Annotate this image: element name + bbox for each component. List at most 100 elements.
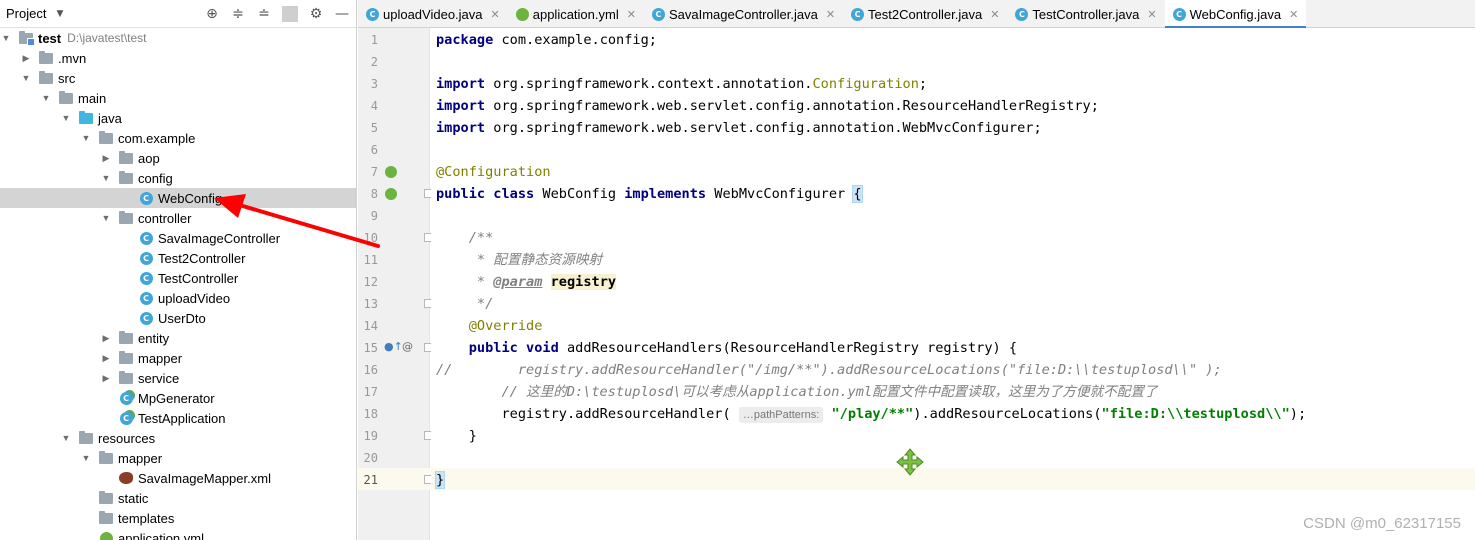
close-icon[interactable]: ✕ bbox=[1289, 8, 1298, 21]
chevron-down-icon[interactable]: ▼ bbox=[100, 173, 112, 183]
chevron-right-icon[interactable]: ▶ bbox=[100, 373, 112, 384]
chevron-down-icon[interactable]: ▼ bbox=[80, 133, 92, 143]
chevron-down-icon[interactable]: ▼ bbox=[40, 93, 52, 103]
project-tool-window: Project ▼ ⊕ ≑ ≐ ⚙ — ▼ test D:\javatest\tes… bbox=[0, 0, 357, 540]
line-number: 15 bbox=[363, 341, 378, 355]
tree-item-icon bbox=[118, 150, 134, 165]
tree-item[interactable]: ▶ mapper bbox=[0, 348, 356, 368]
minimize-icon[interactable]: — bbox=[334, 6, 350, 22]
folder-icon bbox=[99, 490, 113, 504]
chevron-right-icon[interactable]: ▶ bbox=[20, 53, 32, 64]
tree-item-icon bbox=[58, 90, 74, 105]
tree-item-label: mapper bbox=[138, 350, 183, 366]
code-token: @Configuration bbox=[436, 164, 551, 180]
tree-item[interactable]: C Test2Controller bbox=[0, 248, 356, 268]
chevron-down-icon[interactable]: ▼ bbox=[20, 73, 32, 83]
tree-item[interactable]: templates bbox=[0, 508, 356, 528]
tree-item-icon bbox=[118, 210, 134, 225]
editor-tab[interactable]: C WebConfig.java ✕ bbox=[1164, 0, 1307, 29]
tree-item-label: SavaImageMapper.xml bbox=[138, 470, 271, 486]
line-number: 4 bbox=[370, 99, 378, 113]
close-icon[interactable]: ✕ bbox=[990, 8, 999, 21]
tree-item[interactable]: ▼ resources bbox=[0, 428, 356, 448]
chevron-down-icon[interactable]: ▼ bbox=[100, 213, 112, 223]
tree-item[interactable]: ▼ main bbox=[0, 88, 356, 108]
chevron-down-icon[interactable]: ▼ bbox=[56, 9, 63, 19]
tree-item[interactable]: static bbox=[0, 488, 356, 508]
override-method-icon[interactable]: ●↑ bbox=[384, 340, 403, 353]
close-icon[interactable]: ✕ bbox=[627, 8, 636, 21]
spring-bean-icon[interactable] bbox=[385, 166, 397, 178]
tree-item[interactable]: C SavaImageController bbox=[0, 228, 356, 248]
code-editor[interactable]: package com.example.config; import org.sp… bbox=[431, 28, 1475, 540]
tree-item[interactable]: ▼ controller bbox=[0, 208, 356, 228]
tree-item[interactable]: ▼ mapper bbox=[0, 448, 356, 468]
tree-item[interactable]: ▼ java bbox=[0, 108, 356, 128]
target-icon[interactable]: ⊕ bbox=[204, 6, 220, 22]
tree-item[interactable]: application.yml bbox=[0, 528, 356, 540]
tree-item[interactable]: C TestApplication bbox=[0, 408, 356, 428]
chevron-down-icon[interactable]: ▼ bbox=[80, 453, 92, 463]
project-header: Project ▼ ⊕ ≑ ≐ ⚙ — bbox=[0, 0, 356, 28]
tree-item[interactable]: ▶ aop bbox=[0, 148, 356, 168]
folder-icon bbox=[119, 370, 133, 384]
annotation-icon: @ bbox=[402, 340, 413, 353]
code-line: import org.springframework.web.servlet.c… bbox=[436, 117, 1042, 139]
project-view-selector[interactable]: Project bbox=[6, 6, 46, 21]
code-token: addResourceHandlers(ResourceHandlerRegis… bbox=[558, 340, 1018, 356]
tree-item[interactable]: C UserDto bbox=[0, 308, 356, 328]
tree-item[interactable]: ▶ service bbox=[0, 368, 356, 388]
editor-gutter: 1 2 3 4 5 6 7 8 9 10 11 12 13 14 15 16 17 18 19 20 21 ●↑ @ bbox=[358, 28, 433, 540]
line-number: 20 bbox=[363, 451, 378, 465]
code-token: "file:D:\\testuplosd\\" bbox=[1101, 406, 1290, 422]
collapse-all-icon[interactable]: ≐ bbox=[256, 6, 272, 22]
chevron-right-icon[interactable]: ▶ bbox=[100, 333, 112, 344]
tree-item[interactable]: C TestController bbox=[0, 268, 356, 288]
folder-icon bbox=[59, 90, 73, 104]
editor-tab[interactable]: CuploadVideo.java ✕ bbox=[358, 0, 508, 28]
line-number: 10 bbox=[363, 231, 378, 245]
gear-icon[interactable]: ⚙ bbox=[308, 6, 324, 22]
editor-tab[interactable]: C TestController.java ✕ bbox=[1007, 0, 1164, 28]
tree-item[interactable]: C WebConfig bbox=[0, 188, 356, 208]
tree-item[interactable]: CuploadVideo bbox=[0, 288, 356, 308]
close-icon[interactable]: ✕ bbox=[491, 8, 500, 21]
line-number: 6 bbox=[370, 143, 378, 157]
tree-item[interactable]: ▼ src bbox=[0, 68, 356, 88]
tree-item[interactable]: ▶ .mvn bbox=[0, 48, 356, 68]
folder-icon bbox=[39, 50, 53, 64]
tree-item[interactable]: ▼ config bbox=[0, 168, 356, 188]
chevron-right-icon[interactable]: ▶ bbox=[100, 153, 112, 164]
tree-item[interactable]: SavaImageMapper.xml bbox=[0, 468, 356, 488]
tree-item-icon: C bbox=[138, 251, 154, 265]
line-number: 8 bbox=[370, 187, 378, 201]
close-icon[interactable]: ✕ bbox=[826, 8, 835, 21]
tree-item-label: com.example bbox=[118, 130, 196, 146]
expand-all-icon[interactable]: ≑ bbox=[230, 6, 246, 22]
tree-item-icon: C bbox=[138, 191, 154, 205]
close-icon[interactable]: ✕ bbox=[1147, 8, 1156, 21]
folder-icon bbox=[119, 150, 133, 164]
chevron-right-icon[interactable]: ▶ bbox=[100, 353, 112, 364]
tree-item[interactable]: ▼ com.example bbox=[0, 128, 356, 148]
chevron-down-icon[interactable]: ▼ bbox=[0, 33, 12, 43]
chevron-down-icon[interactable]: ▼ bbox=[60, 113, 72, 123]
editor-tab[interactable]: C SavaImageController.java ✕ bbox=[644, 0, 843, 28]
tree-item-icon: C bbox=[118, 411, 134, 425]
line-number: 3 bbox=[370, 77, 378, 91]
tree-item[interactable]: ▶ entity bbox=[0, 328, 356, 348]
tree-item[interactable]: C MpGenerator bbox=[0, 388, 356, 408]
line-number: 17 bbox=[363, 385, 378, 399]
spring-bean-icon[interactable] bbox=[385, 188, 397, 200]
spring-yml-icon bbox=[515, 7, 529, 21]
folder-icon bbox=[119, 350, 133, 364]
tree-item[interactable]: ▼ test D:\javatest\test bbox=[0, 28, 356, 48]
chevron-down-icon[interactable]: ▼ bbox=[60, 433, 72, 443]
tree-item-path: D:\javatest\test bbox=[67, 31, 147, 45]
java-class-icon: C bbox=[139, 251, 153, 265]
editor-tab[interactable]: application.yml ✕ bbox=[508, 0, 644, 28]
code-line: registry.addResourceHandler( …pathPatter… bbox=[436, 403, 1306, 425]
editor-tab[interactable]: C Test2Controller.java ✕ bbox=[843, 0, 1007, 28]
line-number: 14 bbox=[363, 319, 378, 333]
